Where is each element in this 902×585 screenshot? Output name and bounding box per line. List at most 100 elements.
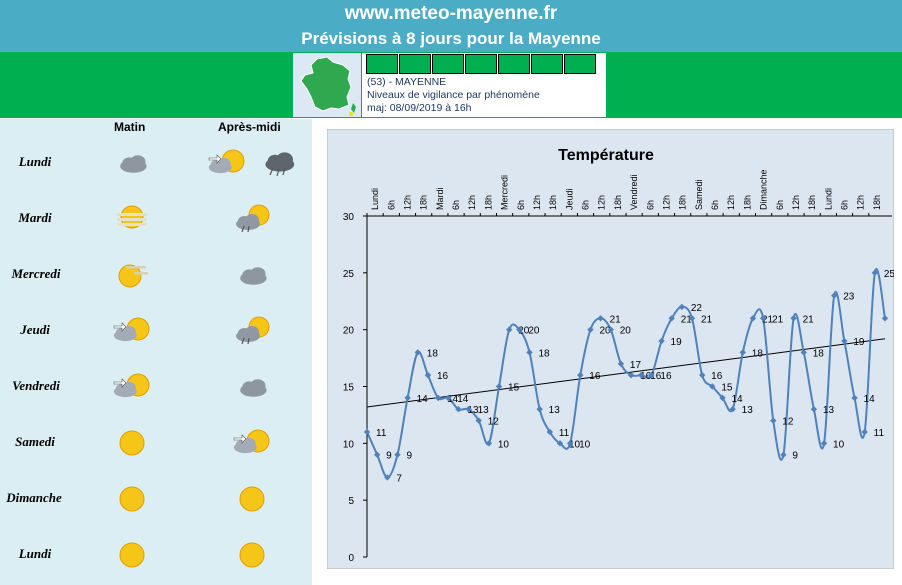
data-label: 12 [782,417,794,428]
x-tick-label: 18h [483,195,493,210]
data-label: 9 [386,451,392,462]
forecast-panel [0,119,312,585]
x-tick-label: 6h [516,200,526,210]
x-tick-label: 18h [807,195,817,210]
afternoon-column-header: Après-midi [218,120,281,134]
y-tick-label: 25 [343,269,355,280]
thunderstorm-icon[interactable] [432,54,464,74]
x-tick-label: Dimanche [759,169,769,210]
data-label: 19 [671,337,683,348]
day-label: Mardi [18,210,52,225]
data-label: 11 [376,428,387,439]
x-tick-label: 6h [386,200,396,210]
data-label: 18 [752,348,764,359]
data-label: 17 [630,360,642,371]
cloudy-icon [112,148,152,178]
y-tick-label: 0 [348,553,354,564]
day-label: Lundi [18,546,52,561]
data-label: 13 [742,405,754,416]
cloudy-icon [232,260,272,290]
sun-icon [112,428,152,458]
x-tick-label: 18h [872,195,882,210]
x-tick-label: Lundi [370,188,380,210]
data-label: 21 [772,314,784,325]
x-tick-label: 6h [775,200,785,210]
partly-cloudy-icon [112,316,152,346]
data-label: 20 [620,326,632,337]
cloudy-icon [232,372,272,402]
page-subtitle: Prévisions à 8 jours pour la Mayenne [301,29,601,48]
data-label: 16 [660,371,672,382]
day-label: Mercredi [11,266,61,281]
x-tick-label: 18h [613,195,623,210]
y-tick-label: 15 [343,383,355,394]
data-label: 11 [874,428,885,439]
y-tick-label: 30 [343,212,355,223]
heatwave-icon[interactable] [531,54,563,74]
fog-icon [112,204,152,234]
sun-cloud-shower-icon [232,316,272,346]
day-label: Vendredi [12,378,60,393]
data-label: 14 [417,394,429,405]
sun-icon [232,484,272,514]
x-tick-label: 12h [726,195,736,210]
x-tick-label: 6h [451,200,461,210]
chart-title: Température [558,147,654,164]
x-tick-label: Vendredi [629,174,639,210]
partly-cloudy-icon [207,148,247,178]
data-label: 7 [396,473,402,484]
day-label: Lundi [18,154,52,169]
partly-cloudy-icon [112,372,152,402]
data-label: 19 [853,337,865,348]
vigilance-description: Niveaux de vigilance par phénomène [367,89,540,101]
data-label: 18 [427,348,439,359]
data-label: 14 [864,394,876,405]
y-tick-label: 20 [343,326,355,337]
day-label: Jeudi [20,322,50,337]
phenomena-icons [366,54,596,74]
x-tick-label: 18h [678,195,688,210]
x-tick-label: 12h [597,195,607,210]
cold-icon[interactable] [564,54,596,74]
data-label: 21 [610,314,622,325]
data-label: 16 [437,371,449,382]
x-tick-label: 12h [791,195,801,210]
data-label: 13 [478,405,490,416]
data-label: 15 [721,383,733,394]
site-title[interactable]: www.meteo-mayenne.fr [0,0,902,27]
wind-icon[interactable] [366,54,398,74]
x-tick-label: 18h [742,195,752,210]
x-tick-label: 12h [402,195,412,210]
data-label: 21 [803,314,815,325]
data-label: 23 [843,292,855,303]
data-label: 18 [539,348,551,359]
x-tick-label: 18h [548,195,558,210]
data-label: 9 [792,451,798,462]
x-tick-label: 6h [710,200,720,210]
data-label: 21 [701,314,713,325]
flood-icon[interactable] [465,54,497,74]
x-tick-label: 6h [645,200,655,210]
data-label: 20 [528,326,540,337]
data-label: 13 [549,405,561,416]
x-tick-label: Mercredi [500,175,510,210]
x-tick-label: 12h [467,195,477,210]
data-label: 22 [691,303,703,314]
rain-flood-icon[interactable] [399,54,431,74]
x-tick-label: 18h [419,195,429,210]
day-label: Samedi [15,434,55,449]
x-tick-label: Mardi [435,187,445,210]
x-tick-label: 6h [581,200,591,210]
data-label: 16 [589,371,601,382]
x-tick-label: Lundi [823,188,833,210]
day-label: Dimanche [6,490,62,505]
y-tick-label: 10 [343,439,355,450]
sun-icon [232,540,272,570]
data-label: 10 [579,439,591,450]
data-label: 16 [711,371,723,382]
data-label: 13 [823,405,835,416]
snow-ice-icon[interactable] [498,54,530,74]
france-map-icon[interactable] [293,53,361,117]
data-label: 12 [488,417,500,428]
data-label: 10 [498,439,510,450]
